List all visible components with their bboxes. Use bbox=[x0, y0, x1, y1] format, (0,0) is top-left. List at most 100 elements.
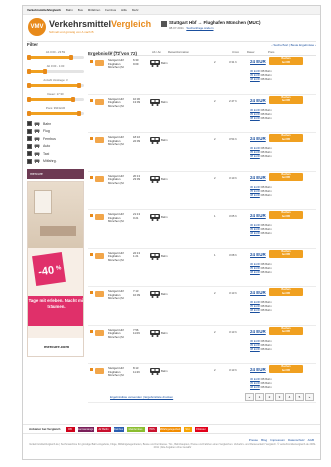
book-button[interactable]: Buchen bei DB bbox=[269, 211, 303, 219]
logo-badge[interactable]: VMV bbox=[28, 18, 46, 36]
change-search-link[interactable]: Suchanfrage ändern bbox=[186, 26, 213, 30]
partner-logo[interactable]: DB bbox=[65, 426, 75, 432]
price-link[interactable]: 24 EUR bbox=[250, 213, 266, 218]
price-link[interactable]: 24 EUR bbox=[250, 136, 266, 141]
row-select-checkbox[interactable] bbox=[90, 98, 93, 102]
row-select-checkbox[interactable] bbox=[90, 175, 93, 179]
col-header[interactable]: Umst. bbox=[232, 50, 247, 54]
price-link[interactable]: 24 EUR bbox=[250, 98, 266, 103]
slider-handle-min[interactable] bbox=[27, 83, 31, 88]
partner-logo[interactable]: HRS bbox=[147, 426, 157, 432]
topnav-item[interactable]: Hilfe bbox=[121, 8, 127, 12]
book-button[interactable]: Buchen bei DB bbox=[269, 134, 303, 142]
row-select-checkbox[interactable] bbox=[90, 291, 93, 294]
alt-offer[interactable]: 38 EUR DB Bahn bbox=[250, 270, 272, 274]
footer-link[interactable]: Datenschutz bbox=[288, 438, 305, 442]
sort-link[interactable]: ‹ Suche/Sort | Beste Ergebnisse › bbox=[272, 43, 316, 47]
book-button[interactable]: Buchen bei DB bbox=[269, 288, 303, 296]
row-select-checkbox[interactable] bbox=[90, 137, 93, 140]
result-row[interactable]: Stuttgart Hbf Flughafen München (M. 7:56 11:… bbox=[88, 326, 316, 364]
partner-logo[interactable]: Sixt bbox=[183, 426, 192, 432]
mode-checkbox[interactable] bbox=[27, 121, 32, 127]
row-select-checkbox[interactable] bbox=[90, 214, 93, 217]
export-links[interactable]: Ergebnisliste versenden | Ergebnisliste … bbox=[110, 395, 173, 399]
price-link[interactable]: 24 EUR bbox=[250, 175, 266, 180]
topnav-item[interactable]: Bahn bbox=[66, 8, 73, 12]
book-button[interactable]: Buchen bei DB bbox=[269, 365, 303, 373]
topnav-item[interactable]: Fernbus bbox=[105, 8, 116, 12]
col-header[interactable]: Preis bbox=[268, 50, 288, 54]
footer-link[interactable]: AGB bbox=[308, 438, 314, 442]
partner-logo[interactable]: Mitfahrgelegenheit bbox=[159, 426, 181, 432]
result-row[interactable]: Stuttgart Hbf Flughafen München (M. 6:30 9:0… bbox=[88, 56, 316, 95]
slider-handle-max[interactable] bbox=[77, 111, 82, 116]
mode-filter-item[interactable]: Fernbus bbox=[27, 135, 84, 143]
alt-offer[interactable]: 38 EUR DB Bahn bbox=[250, 308, 272, 312]
range-slider[interactable] bbox=[27, 55, 84, 60]
slider-handle-min[interactable] bbox=[27, 55, 31, 60]
mode-checkbox[interactable] bbox=[27, 158, 32, 164]
slider-handle-min[interactable] bbox=[27, 97, 31, 102]
result-row[interactable]: Stuttgart Hbf Flughafen München (M. 22:13 1:… bbox=[88, 249, 316, 287]
partner-logo[interactable]: Meinfernbus bbox=[126, 426, 145, 432]
range-slider[interactable] bbox=[27, 97, 84, 102]
price-link[interactable]: 24 EUR bbox=[250, 252, 266, 257]
page-button[interactable]: 5 bbox=[295, 393, 304, 401]
alt-offer[interactable]: 38 EUR DB Bahn bbox=[250, 116, 272, 120]
alt-offer[interactable]: 38 EUR DB Bahn bbox=[250, 347, 272, 351]
footer-link[interactable]: Impressum bbox=[270, 438, 285, 442]
price-link[interactable]: 24 EUR bbox=[250, 367, 266, 372]
page-button[interactable]: 2 bbox=[265, 393, 274, 401]
alt-offer[interactable]: 38 EUR DB Bahn bbox=[250, 154, 272, 158]
mode-checkbox[interactable] bbox=[27, 143, 32, 149]
mode-checkbox[interactable] bbox=[27, 151, 32, 157]
mode-filter-item[interactable]: Auto bbox=[27, 143, 84, 151]
range-slider[interactable] bbox=[27, 111, 84, 116]
mode-filter-item[interactable]: Bahn bbox=[27, 120, 84, 128]
col-header[interactable]: Ab / An bbox=[152, 50, 168, 54]
slider-handle-min[interactable] bbox=[27, 69, 31, 74]
mode-filter-item[interactable]: Mitfahrg. bbox=[27, 158, 84, 166]
book-button[interactable]: Buchen bei DB bbox=[269, 95, 303, 104]
partner-logo[interactable]: Germanwings bbox=[77, 426, 94, 432]
topnav-item[interactable]: Mehr bbox=[132, 8, 139, 12]
alt-offer[interactable]: 38 EUR DB Bahn bbox=[250, 231, 272, 235]
page-button[interactable]: 4 bbox=[285, 393, 294, 401]
topnav-item[interactable]: Bus bbox=[78, 8, 83, 12]
alt-offer[interactable]: 38 EUR DB Bahn bbox=[250, 385, 272, 389]
slider-handle-max[interactable] bbox=[68, 55, 73, 60]
book-button[interactable]: Buchen bei DB bbox=[269, 172, 303, 181]
book-button[interactable]: Buchen bei DB bbox=[269, 326, 303, 335]
page-button[interactable]: 1 bbox=[255, 393, 264, 401]
result-row[interactable]: Stuttgart Hbf Flughafen München (M. 7:13 10:… bbox=[88, 287, 316, 326]
page-button[interactable]: » bbox=[305, 393, 314, 401]
mode-checkbox[interactable] bbox=[27, 136, 32, 142]
topnav-site[interactable]: VerkehrsmittelVergleich bbox=[27, 8, 61, 12]
row-select-checkbox[interactable] bbox=[90, 368, 93, 371]
page-button[interactable]: « bbox=[245, 393, 254, 401]
topnav-item[interactable]: Mitfahren bbox=[88, 8, 101, 12]
footer-link[interactable]: Presse bbox=[249, 438, 258, 442]
advertisement[interactable]: -40% Tage mit erleben. Nacht mit träumen… bbox=[27, 181, 84, 357]
slider-handle-max[interactable] bbox=[71, 97, 76, 102]
ad-brand[interactable]: mercure.com bbox=[28, 338, 83, 356]
result-row[interactable]: Stuttgart Hbf Flughafen München (M. 18:16 22… bbox=[88, 133, 316, 172]
logo-wordmark[interactable]: VerkehrsmittelVergleich bbox=[49, 19, 151, 29]
partner-logo[interactable]: Deinbus bbox=[113, 426, 124, 432]
result-row[interactable]: Stuttgart Hbf Flughafen München (M. 10:30 13… bbox=[88, 95, 316, 133]
slider-handle-min[interactable] bbox=[27, 111, 31, 116]
range-slider[interactable] bbox=[27, 69, 84, 74]
row-select-checkbox[interactable] bbox=[90, 60, 93, 63]
range-slider[interactable] bbox=[27, 83, 84, 88]
price-link[interactable]: 24 EUR bbox=[250, 59, 266, 64]
book-button[interactable]: Buchen bei DB bbox=[269, 249, 303, 258]
mode-checkbox[interactable] bbox=[27, 128, 32, 134]
partner-logo[interactable]: Air Berlin bbox=[96, 426, 111, 432]
alt-offer[interactable]: 38 EUR DB Bahn bbox=[250, 77, 272, 81]
slider-handle-max[interactable] bbox=[42, 69, 47, 74]
book-button[interactable]: Buchen bei DB bbox=[269, 57, 303, 65]
price-link[interactable]: 24 EUR bbox=[250, 329, 266, 334]
slider-handle-max[interactable] bbox=[77, 83, 82, 88]
alt-offer[interactable]: 38 EUR DB Bahn bbox=[250, 193, 272, 197]
footer-link[interactable]: Blog bbox=[261, 438, 267, 442]
